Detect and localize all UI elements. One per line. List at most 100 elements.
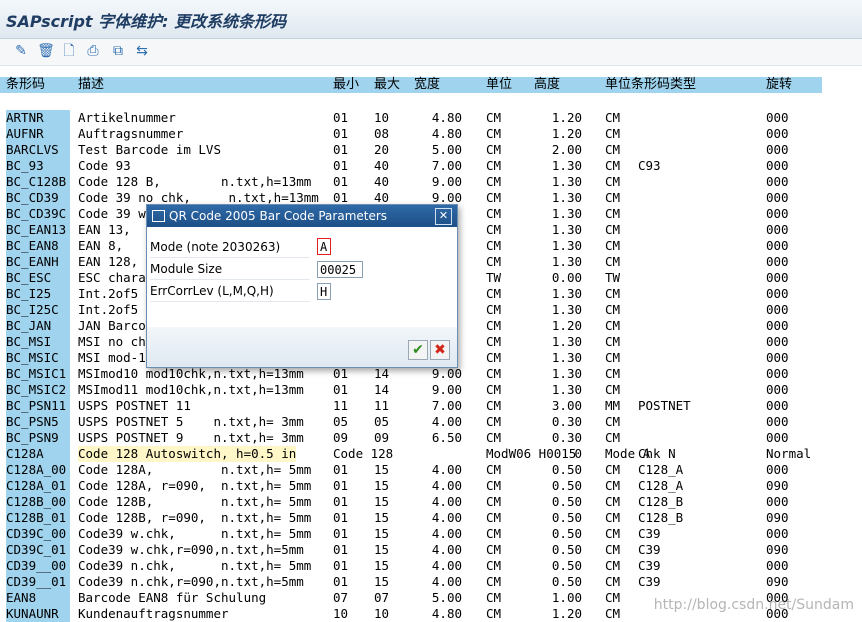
barcode-cell[interactable]: CD39__00 xyxy=(6,558,70,574)
dialog-title-bar[interactable]: QR Code 2005 Bar Code Parameters ✕ xyxy=(147,205,457,227)
error-correction-field[interactable]: H xyxy=(317,283,331,300)
barcode-cell[interactable]: BC_PSN5 xyxy=(6,414,70,430)
new-document-icon[interactable]: 🗋 xyxy=(60,42,78,60)
width-cell: 4.80 xyxy=(431,110,462,125)
table-row[interactable]: BARCLVS Test Barcode im LVS 01 20 5.00 CM 2.00… xyxy=(0,142,862,158)
barcode-cell[interactable]: C128B_01 xyxy=(6,510,70,526)
description-cell: EAN 128, xyxy=(78,254,139,269)
table-row[interactable]: CD39C_01 Code39 w.chk,r=090,n.txt,h=5mm 01… xyxy=(0,542,862,558)
table-row[interactable]: C128A_01 Code 128A, r=090, n.txt,h= 5mm 01… xyxy=(0,478,862,494)
barcode-cell[interactable]: AUFNR xyxy=(6,126,70,142)
barcode-cell[interactable]: BC_CD39 xyxy=(6,190,70,206)
column-header-rotation[interactable]: 旋转 xyxy=(766,77,792,93)
column-header-barcode[interactable]: 条形码 xyxy=(6,77,45,93)
unit2-cell: CM xyxy=(605,494,621,509)
min-cell: 01 xyxy=(333,110,349,125)
table-row[interactable]: C128A_00 Code 128A, n.txt,h= 5mm 01 15 4.00 C… xyxy=(0,462,862,478)
table-row[interactable]: CD39__00 Code39 n.chk, n.txt,h= 5mm 01 15 4.… xyxy=(0,558,862,574)
unit2-cell: CM xyxy=(605,238,621,253)
table-row[interactable]: BC_C128B Code 128 B, n.txt,h=13mm 01 40 9.00… xyxy=(0,174,862,190)
move-icon[interactable]: ⇆ xyxy=(133,42,151,60)
table-row[interactable]: AUFNR Auftragsnummer 01 08 4.80 CM 1.20 CM 000 xyxy=(0,126,862,142)
table-row[interactable]: BC_PSN5 USPS POSTNET 5 n.txt,h= 3mm 05 05 4.… xyxy=(0,414,862,430)
field-label-module-size: Module Size xyxy=(150,260,310,280)
barcode-cell[interactable]: C128A_00 xyxy=(6,462,70,478)
confirm-button[interactable]: ✔ xyxy=(408,340,428,360)
rotation-cell: 000 xyxy=(766,110,789,125)
rotation-cell: 000 xyxy=(766,286,789,301)
unit2-cell: CM xyxy=(605,510,621,525)
table-row[interactable]: C128B_00 Code 128B, n.txt,h= 5mm 01 15 4.00 C… xyxy=(0,494,862,510)
table-row[interactable]: C128B_01 Code 128B, r=090, n.txt,h= 5mm 01… xyxy=(0,510,862,526)
barcode-cell[interactable]: CD39C_01 xyxy=(6,542,70,558)
barcode-cell[interactable]: BC_ESC xyxy=(6,270,70,286)
max-cell: 14 xyxy=(374,382,390,397)
table-row[interactable]: BC_93 Code 93 01 40 7.00 CM 1.30 CM C93 000 xyxy=(0,158,862,174)
copy-icon[interactable]: ⧉ xyxy=(109,42,127,60)
column-header-max[interactable]: 最大 xyxy=(374,77,400,93)
height-cell: 1.30 xyxy=(551,286,582,301)
height-cell: 0.50 xyxy=(551,542,582,557)
barcode-cell[interactable]: BC_MSIC1 xyxy=(6,366,70,382)
barcode-cell[interactable]: BC_93 xyxy=(6,158,70,174)
min-cell: 01 xyxy=(333,366,349,381)
barcode-cell[interactable]: BC_MSI xyxy=(6,334,70,350)
barcode-cell[interactable]: BC_I25C xyxy=(6,302,70,318)
barcode-cell[interactable]: KUNAUNR xyxy=(6,606,70,622)
table-row[interactable]: CD39C_00 Code39 w.chk, n.txt,h= 5mm 01 15 4.… xyxy=(0,526,862,542)
unit2-cell: CM xyxy=(605,318,621,333)
barcode-cell[interactable]: BC_MSIC xyxy=(6,350,70,366)
barcode-cell[interactable]: BC_MSIC2 xyxy=(6,382,70,398)
barcode-cell[interactable]: BARCLVS xyxy=(6,142,70,158)
table-row[interactable]: C128A Code 128 Autoswitch, h=0.5 in Code 1… xyxy=(0,446,862,462)
table-row[interactable]: BC_PSN11 USPS POSTNET 11 11 11 7.00 CM 3.00 MM P… xyxy=(0,398,862,414)
column-header-width[interactable]: 宽度 xyxy=(414,77,440,93)
rotation-cell: 000 xyxy=(766,270,789,285)
module-size-field[interactable]: 00025 xyxy=(317,261,363,278)
barcode-cell[interactable]: BC_C128B xyxy=(6,174,70,190)
description-cell: ESC chara xyxy=(78,270,146,285)
barcode-cell[interactable]: ARTNR xyxy=(6,110,70,126)
unit2-cell: CM xyxy=(605,542,621,557)
unit2-cell: CM xyxy=(605,254,621,269)
barcode-cell[interactable]: EAN8 xyxy=(6,590,70,606)
barcode-cell[interactable]: CD39C_00 xyxy=(6,526,70,542)
barcode-cell[interactable]: C128A_01 xyxy=(6,478,70,494)
width-cell: 4.00 xyxy=(431,494,462,509)
column-header-unit-barcode-type[interactable]: 单位条形码类型 xyxy=(605,77,696,93)
barcode-cell[interactable]: BC_EAN13 xyxy=(6,222,70,238)
barcode-type-cell: C93 xyxy=(638,158,661,173)
table-row[interactable]: BC_MSIC1 MSImod10 mod10chk,n.txt,h=13mm 01… xyxy=(0,366,862,382)
unit2-cell: CM xyxy=(605,430,621,445)
barcode-cell[interactable]: BC_PSN11 xyxy=(6,398,70,414)
barcode-cell[interactable]: BC_EAN8 xyxy=(6,238,70,254)
print-icon[interactable]: ⎙ xyxy=(84,42,102,60)
mode-field[interactable]: A xyxy=(317,238,331,255)
barcode-cell[interactable]: C128A xyxy=(6,446,70,462)
cancel-button[interactable]: ✖ xyxy=(430,340,450,360)
height-cell: 1.30 xyxy=(551,382,582,397)
barcode-cell[interactable]: BC_I25 xyxy=(6,286,70,302)
column-header-height[interactable]: 高度 xyxy=(534,77,560,93)
table-row[interactable]: ARTNR Artikelnummer 01 10 4.80 CM 1.20 CM 000 xyxy=(0,110,862,126)
close-icon[interactable]: ✕ xyxy=(435,208,452,225)
barcode-cell[interactable]: BC_CD39C xyxy=(6,206,70,222)
barcode-cell[interactable]: BC_JAN xyxy=(6,318,70,334)
column-header-unit[interactable]: 单位 xyxy=(486,77,512,93)
pencil-icon[interactable]: ✎ xyxy=(12,42,30,60)
trash-icon[interactable]: 🗑 xyxy=(37,42,55,60)
table-row[interactable]: BC_PSN9 USPS POSTNET 9 n.txt,h= 3mm 09 09 6.… xyxy=(0,430,862,446)
barcode-cell[interactable]: CD39__01 xyxy=(6,574,70,590)
unit-cell: CM xyxy=(486,142,502,157)
barcode-cell[interactable]: BC_PSN9 xyxy=(6,430,70,446)
table-row[interactable]: CD39__01 Code39 n.chk,r=090,n.txt,h=5mm 01… xyxy=(0,574,862,590)
barcode-cell[interactable]: BC_EANH xyxy=(6,254,70,270)
height-cell: 0.50 xyxy=(551,462,582,477)
column-header-min[interactable]: 最小 xyxy=(333,77,359,93)
description-cell: EAN 8, xyxy=(78,238,124,253)
max-cell: 20 xyxy=(374,142,390,157)
width-cell: 4.00 xyxy=(431,574,462,589)
table-row[interactable]: BC_MSIC2 MSImod11 mod10chk,n.txt,h=13mm 01… xyxy=(0,382,862,398)
column-header-description[interactable]: 描述 xyxy=(78,77,104,93)
barcode-cell[interactable]: C128B_00 xyxy=(6,494,70,510)
